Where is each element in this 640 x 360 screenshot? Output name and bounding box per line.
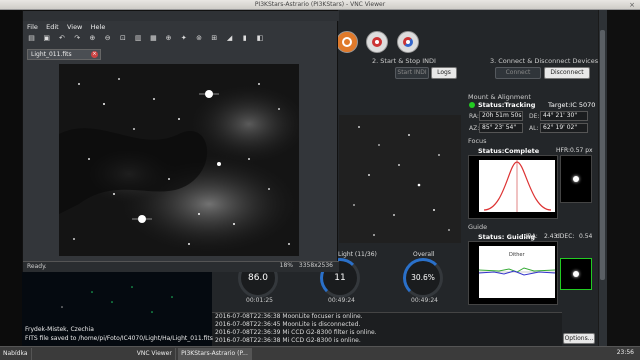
menu-view[interactable]: View xyxy=(67,23,82,31)
desktop-background xyxy=(607,10,640,346)
focus-header: Focus xyxy=(468,137,487,145)
guide-header: Guide xyxy=(468,223,488,231)
taskbar: Nabídka VNC Viewer PI3KStars-Astrario (P… xyxy=(0,346,640,360)
taskbar-clock: 23:56 xyxy=(616,349,634,356)
histogram-icon[interactable]: ▦ xyxy=(149,34,158,43)
az-label: AZ: xyxy=(469,125,480,132)
overall-progress-label: Overall xyxy=(413,251,435,258)
guide-star-thumbnail xyxy=(560,258,592,290)
capture-progress-label: Light (11/36) xyxy=(338,251,377,258)
target-icon xyxy=(372,37,382,47)
preview-stars xyxy=(339,115,461,243)
connect-devices-header: 3. Connect & Disconnect Devices xyxy=(490,57,599,65)
search-icon xyxy=(342,37,352,47)
focus-vcurve-chart xyxy=(468,155,558,219)
al-value: 62° 19' 02" xyxy=(540,123,588,133)
capture-preview xyxy=(339,115,461,243)
al-label: AL: xyxy=(529,125,539,132)
mount-target: Target:IC 5070 xyxy=(548,101,596,109)
start-indi-button[interactable]: Start INDI xyxy=(395,67,429,79)
grid-icon[interactable]: ⊞ xyxy=(210,34,219,43)
taskbar-ekos-window[interactable]: PI3KStars-Astrario (P... xyxy=(178,348,252,360)
mount-status: Status:Tracking xyxy=(478,101,536,109)
guide-dra-label: dRA: xyxy=(524,233,538,240)
capture-time: 00:49:24 xyxy=(328,297,355,304)
overall-time: 00:49:24 xyxy=(411,297,438,304)
nebula-image xyxy=(59,64,299,256)
statistics-icon[interactable]: ▥ xyxy=(134,34,143,43)
map-message: FITS file saved to /home/pi/Foto/IC4070/… xyxy=(25,335,213,342)
star-icon xyxy=(573,176,579,182)
save-icon[interactable]: ▣ xyxy=(42,34,51,43)
log-line: 2016-07-08T22:36:39 Mi CCD G2-8300 filte… xyxy=(215,329,377,336)
target-icon xyxy=(403,37,413,47)
open-icon[interactable]: ▤ xyxy=(27,34,36,43)
close-icon[interactable]: × xyxy=(91,51,98,58)
zoom-out-icon[interactable]: ⊖ xyxy=(103,34,112,43)
fits-viewer-window: File Edit View Hele ▤ ▣ ↶ ↷ ⊕ ⊖ ⊡ ▥ ▦ ⊕ … xyxy=(22,10,339,272)
disconnect-button[interactable]: Disconnect xyxy=(544,67,590,79)
zoom-fit-icon[interactable]: ⊡ xyxy=(118,34,127,43)
taskbar-vnc-viewer[interactable]: VNC Viewer xyxy=(134,348,176,360)
fits-toolbar: ▤ ▣ ↶ ↷ ⊕ ⊖ ⊡ ▥ ▦ ⊕ ✦ ⊚ ⊞ ◢ ▮ ◧ xyxy=(27,34,327,46)
vnc-titlebar: PI3KStars-Astrario (PI3KStars) - VNC Vie… xyxy=(0,0,640,10)
ra-value: 20h 51m 50s xyxy=(479,111,523,121)
invert-icon[interactable]: ◧ xyxy=(256,34,265,43)
vnc-window-title: PI3KStars-Astrario (PI3KStars) - VNC Vie… xyxy=(254,1,386,8)
levels-icon[interactable]: ◢ xyxy=(225,34,234,43)
fits-menubar: File Edit View Hele xyxy=(27,23,111,31)
log-line: 2016-07-08T22:36:38 Mi CCD G2-8300 is on… xyxy=(215,337,361,344)
target-icon[interactable]: ⊚ xyxy=(195,34,204,43)
start-indi-header: 2. Start & Stop INDI xyxy=(372,57,436,65)
guide-legend-dither: Dither xyxy=(509,252,525,258)
ekos-log: 2016-07-08T22:36:38 MoonLite focuser is … xyxy=(212,312,562,346)
stars-icon[interactable]: ✦ xyxy=(179,34,188,43)
logs-button[interactable]: Logs xyxy=(431,67,457,79)
exposure-time: 00:01:25 xyxy=(246,297,273,304)
zoom-in-icon[interactable]: ⊕ xyxy=(88,34,97,43)
overall-dial: 30.6% xyxy=(403,258,443,298)
map-location: Frydek-Mistek, Czechia xyxy=(25,326,94,333)
fits-dimensions: 3358x2536 xyxy=(298,262,333,269)
focus-curve-plot xyxy=(479,160,555,212)
tab-light-011[interactable]: Light_011.fits xyxy=(27,49,101,60)
mount-status-led xyxy=(469,102,475,108)
close-icon[interactable]: × xyxy=(628,1,636,9)
log-line: 2016-07-08T22:36:45 MoonLite is disconne… xyxy=(215,321,361,328)
az-value: 85° 23' 54" xyxy=(479,123,523,133)
stretch-icon[interactable]: ▮ xyxy=(240,34,249,43)
guide-drift-chart: Dither xyxy=(468,241,558,305)
mount-alignment-header: Mount & Alignment xyxy=(468,93,531,101)
fits-image[interactable] xyxy=(59,64,299,256)
ekos-align-tool-button[interactable] xyxy=(397,31,419,53)
ekos-search-tool-button[interactable] xyxy=(336,31,358,53)
log-line: 2016-07-08T22:36:38 MoonLite focuser is … xyxy=(215,313,363,320)
guide-ddec-value: 0.54 xyxy=(579,233,593,240)
sky-map[interactable]: Frydek-Mistek, Czechia FITS file saved t… xyxy=(22,272,213,346)
de-label: DE: xyxy=(529,113,540,120)
ra-label: RA: xyxy=(469,113,479,120)
taskbar-start-menu[interactable]: Nabídka xyxy=(0,348,32,360)
menu-edit[interactable]: Edit xyxy=(46,23,59,31)
menu-help[interactable]: Hele xyxy=(91,23,106,31)
focus-hfr: HFR:0.57 px xyxy=(556,147,593,154)
ekos-guide-tool-button[interactable] xyxy=(366,31,388,53)
redo-icon[interactable]: ↷ xyxy=(73,34,82,43)
star-icon xyxy=(573,271,579,277)
focus-star-thumbnail xyxy=(560,155,592,203)
fits-titlebar xyxy=(23,11,339,21)
connect-button[interactable]: Connect xyxy=(495,67,541,79)
options-button[interactable]: Options... xyxy=(563,333,595,344)
focus-status: Status:Complete xyxy=(478,147,540,155)
undo-icon[interactable]: ↶ xyxy=(57,34,66,43)
guide-ddec-label: dDEC: xyxy=(556,233,575,240)
crosshair-icon[interactable]: ⊕ xyxy=(164,34,173,43)
scrollbar-thumb[interactable] xyxy=(600,30,605,280)
de-value: 44° 21' 30" xyxy=(540,111,588,121)
fits-zoom-status: 18% xyxy=(279,262,293,269)
menu-file[interactable]: File xyxy=(27,23,38,31)
